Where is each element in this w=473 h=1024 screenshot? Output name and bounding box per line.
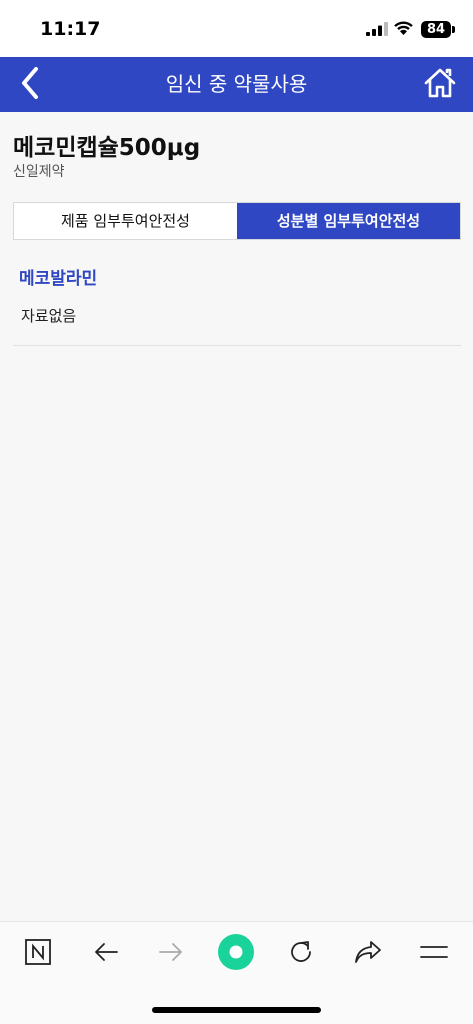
battery-icon: 84 bbox=[421, 21, 451, 38]
home-indicator bbox=[152, 1007, 321, 1013]
back-button[interactable] bbox=[10, 65, 50, 105]
page-title: 임신 중 약물사용 bbox=[165, 72, 308, 96]
product-name: 메코민캡슐500μg bbox=[13, 135, 201, 161]
share-icon bbox=[354, 939, 382, 970]
home-button[interactable] bbox=[418, 65, 462, 105]
naver-icon bbox=[24, 938, 52, 971]
home-icon bbox=[423, 67, 457, 104]
share-button[interactable] bbox=[346, 934, 390, 974]
menu-icon bbox=[420, 943, 448, 966]
signal-icon bbox=[366, 22, 388, 41]
tab-bar: 제품 임부투여안전성 성분별 임부투여안전성 bbox=[13, 202, 461, 240]
tab-ingredient-safety[interactable]: 성분별 임부투여안전성 bbox=[237, 203, 460, 239]
battery-tip bbox=[452, 26, 455, 33]
chevron-left-icon bbox=[19, 66, 41, 105]
browser-back-button[interactable] bbox=[84, 934, 128, 974]
wifi-icon bbox=[393, 20, 414, 41]
browser-forward-button[interactable] bbox=[149, 934, 193, 974]
reload-button[interactable] bbox=[279, 934, 323, 974]
no-data-text: 자료없음 bbox=[21, 307, 77, 325]
menu-button[interactable] bbox=[412, 934, 456, 974]
status-bar: 11:17 84 bbox=[0, 0, 473, 57]
divider bbox=[13, 345, 461, 346]
forward-arrow-icon bbox=[158, 941, 184, 968]
tab-product-safety[interactable]: 제품 임부투여안전성 bbox=[14, 203, 237, 239]
naver-button[interactable] bbox=[16, 934, 60, 974]
back-arrow-icon bbox=[93, 941, 119, 968]
app-header: 임신 중 약물사용 bbox=[0, 57, 473, 112]
green-circle-icon bbox=[217, 933, 255, 976]
manufacturer-name: 신일제약 bbox=[13, 164, 65, 180]
status-time: 11:17 bbox=[40, 18, 101, 40]
green-dot-button[interactable] bbox=[214, 933, 258, 976]
ingredient-name: 메코발라민 bbox=[19, 269, 98, 289]
reload-icon bbox=[287, 938, 315, 971]
